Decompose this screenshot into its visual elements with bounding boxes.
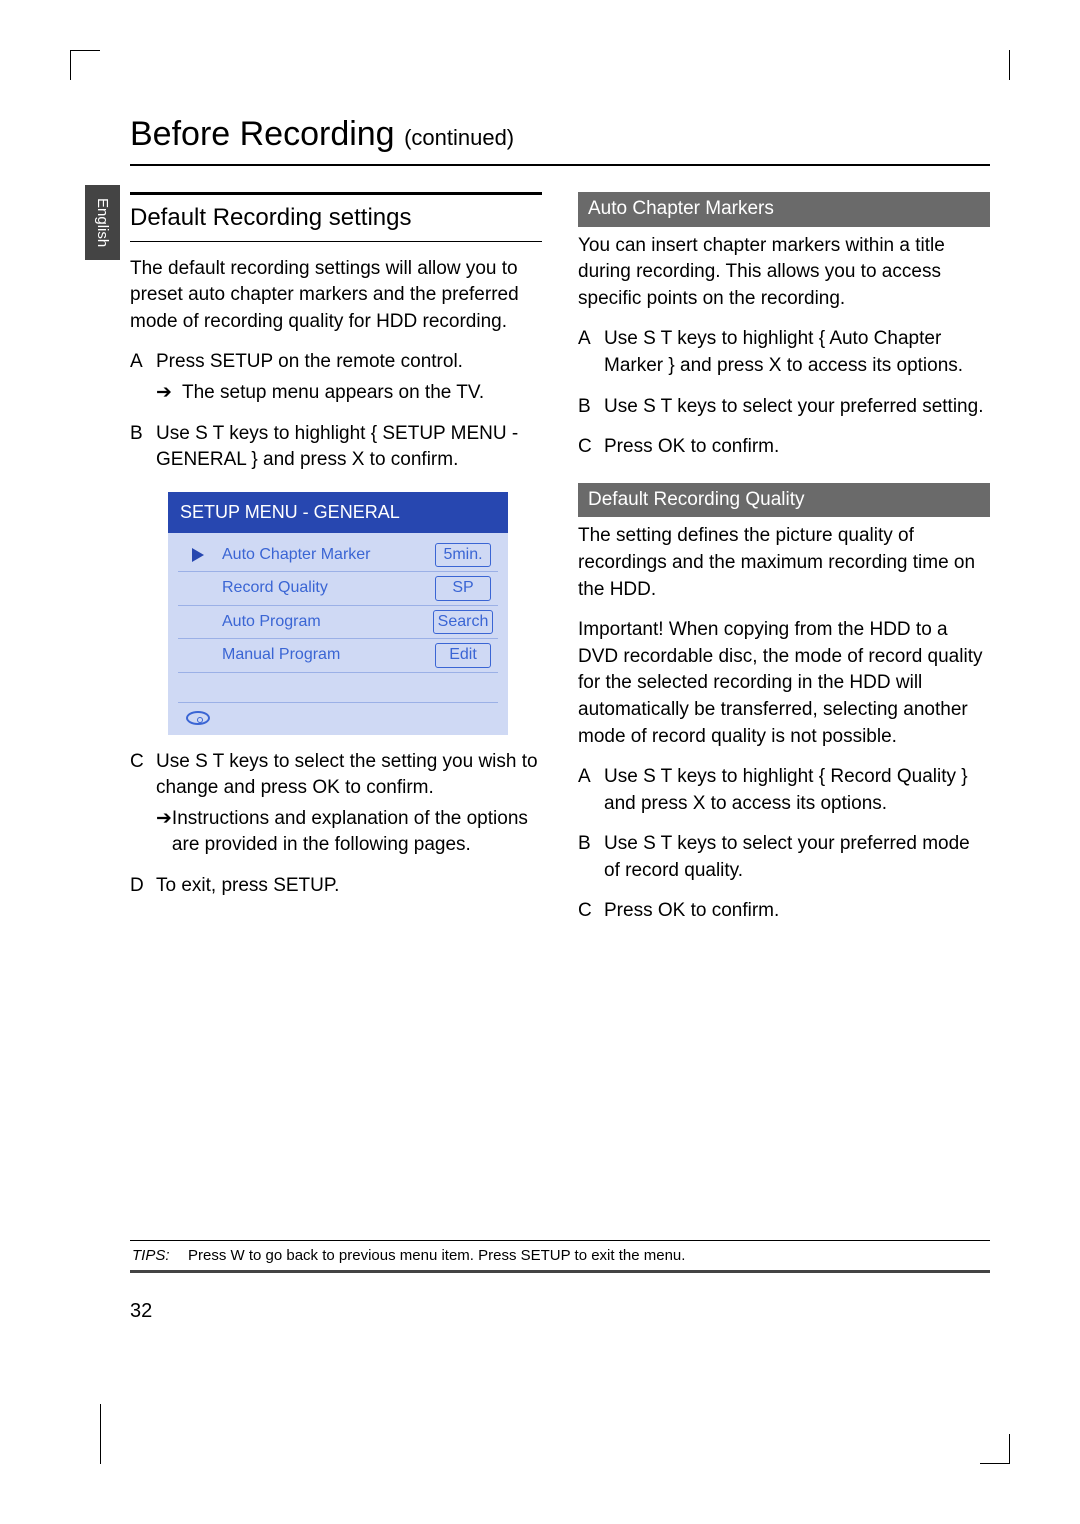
title-text: Before Recording (130, 115, 395, 153)
quality-heading: Default Recording Quality (578, 483, 990, 518)
tips-label: TIPS: (132, 1247, 188, 1264)
menu-row-disc (178, 703, 498, 733)
auto-step-b: B Use S T keys to select your preferred … (578, 394, 990, 421)
menu-value: 5min. (435, 543, 491, 567)
left-column: Default Recording settings The default r… (130, 192, 542, 925)
menu-value: Edit (435, 643, 491, 667)
step-num: A (578, 764, 604, 817)
step-num: C (578, 434, 604, 461)
arrow-icon: ➔ (156, 806, 172, 859)
step-text: Use S T keys to highlight { SETUP MENU -… (156, 421, 542, 474)
quality-text2: Important! When copying from the HDD to … (578, 617, 990, 750)
step-num: B (578, 394, 604, 421)
step-num: C (578, 898, 604, 925)
step-text: Press OK to confirm. (604, 898, 990, 925)
step-text: Use S T keys to select your preferred mo… (604, 831, 990, 884)
auto-step-c: C Press OK to confirm. (578, 434, 990, 461)
title-continued: (continued) (404, 125, 514, 150)
language-tab: English (85, 185, 120, 260)
step-d: D To exit, press SETUP. (130, 873, 542, 900)
intro-text: The default recording settings will allo… (130, 256, 542, 336)
step-text: To exit, press SETUP. (156, 873, 542, 900)
menu-label: Auto Program (218, 611, 428, 633)
title-rule (130, 164, 990, 166)
page-number: 32 (130, 1300, 152, 1323)
step-text: Use S T keys to select the setting you w… (156, 751, 538, 799)
step-num: C (130, 749, 156, 859)
menu-row: Auto Chapter Marker 5min. (178, 539, 498, 572)
step-text: Press OK to confirm. (604, 434, 990, 461)
step-num: B (130, 421, 156, 474)
step-sub: Instructions and explanation of the opti… (172, 806, 542, 859)
step-num: A (130, 349, 156, 406)
tips-bar: TIPS: Press W to go back to previous men… (130, 1240, 990, 1273)
step-text: Use S T keys to highlight { Record Quali… (604, 764, 990, 817)
step-b: B Use S T keys to highlight { SETUP MENU… (130, 421, 542, 474)
auto-step-a: A Use S T keys to highlight { Auto Chapt… (578, 326, 990, 379)
quality-step-b: B Use S T keys to select your preferred … (578, 831, 990, 884)
step-c: C Use S T keys to select the setting you… (130, 749, 542, 859)
disc-icon (186, 711, 210, 725)
section-title: Default Recording settings (130, 201, 542, 235)
step-text: Use S T keys to highlight { Auto Chapter… (604, 326, 990, 379)
menu-label: Auto Chapter Marker (218, 544, 428, 566)
quality-text1: The setting defines the picture quality … (578, 523, 990, 603)
menu-value: Search (433, 610, 494, 634)
step-num: A (578, 326, 604, 379)
page-title: Before Recording (continued) (130, 115, 990, 154)
menu-row: Record Quality SP (178, 572, 498, 605)
step-sub: The setup menu appears on the TV. (182, 380, 484, 407)
right-column: Auto Chapter Markers You can insert chap… (578, 192, 990, 925)
menu-row: Manual Program Edit (178, 639, 498, 672)
menu-row: Auto Program Search (178, 606, 498, 639)
step-num: B (578, 831, 604, 884)
step-num: D (130, 873, 156, 900)
setup-menu-title: SETUP MENU - GENERAL (168, 492, 508, 533)
arrow-icon: ➔ (156, 380, 182, 407)
auto-chapter-text: You can insert chapter markers within a … (578, 233, 990, 313)
menu-row-empty (178, 673, 498, 703)
step-text: Use S T keys to select your preferred se… (604, 394, 990, 421)
tips-text: Press W to go back to previous menu item… (188, 1247, 685, 1264)
step-a: A Press SETUP on the remote control. ➔ T… (130, 349, 542, 406)
menu-label: Manual Program (218, 644, 428, 666)
menu-label: Record Quality (218, 577, 428, 599)
quality-step-c: C Press OK to confirm. (578, 898, 990, 925)
setup-menu-box: SETUP MENU - GENERAL Auto Chapter Marker… (168, 492, 508, 735)
page-content: Before Recording (continued) Default Rec… (130, 115, 990, 925)
quality-step-a: A Use S T keys to highlight { Record Qua… (578, 764, 990, 817)
step-text: Press SETUP on the remote control. (156, 351, 463, 372)
auto-chapter-heading: Auto Chapter Markers (578, 192, 990, 227)
play-icon (192, 548, 204, 562)
menu-value: SP (435, 576, 491, 600)
